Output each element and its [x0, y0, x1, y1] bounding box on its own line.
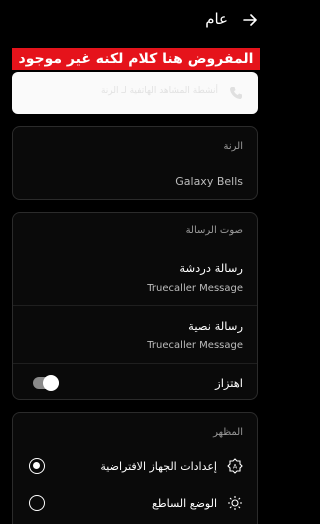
ringtone-title: الرنة — [223, 141, 244, 152]
message-sound-card: صوت الرسالة رسالة دردشة Truecaller Messa… — [12, 212, 258, 400]
chat-message-label: رسالة دردشة — [179, 261, 243, 275]
radio-button[interactable] — [29, 495, 45, 511]
chat-message-value: Truecaller Message — [147, 283, 243, 294]
auto-brightness-icon: A — [227, 458, 243, 474]
settings-screen: عام المفروض هنا كلام لكنه غير موجود أنشط… — [0, 0, 270, 524]
divider — [13, 363, 257, 364]
vibration-toggle[interactable] — [33, 375, 59, 391]
appearance-option-label: الوضع الساطع — [152, 497, 217, 510]
appearance-title: المظهر — [213, 427, 243, 438]
app-header: عام — [0, 8, 270, 34]
sms-message-value: Truecaller Message — [147, 340, 243, 351]
page-title: عام — [205, 10, 228, 28]
phone-icon — [230, 87, 242, 99]
message-sound-title: صوت الرسالة — [185, 225, 243, 236]
toggle-knob — [43, 375, 59, 391]
ringtone-value: Galaxy Bells — [175, 175, 243, 188]
annotation-banner: المفروض هنا كلام لكنه غير موجود — [12, 48, 260, 70]
svg-text:A: A — [233, 464, 238, 471]
arrow-right-icon[interactable] — [242, 12, 258, 28]
appearance-option-label: إعدادات الجهاز الافتراضية — [100, 460, 217, 473]
appearance-card: المظهر A إعدادات الجهاز الافتراضية الوضع… — [12, 412, 258, 524]
sms-message-label: رسالة نصية — [188, 319, 243, 333]
ringtone-card[interactable]: الرنة Galaxy Bells — [12, 126, 258, 200]
radio-dot — [33, 462, 40, 469]
divider — [13, 305, 257, 306]
sun-icon — [228, 496, 242, 510]
vibration-label: اهتزاز — [215, 376, 243, 390]
radio-button-selected[interactable] — [29, 458, 45, 474]
phone-account-text: أنشطة المشاهد الهاتفية لـ الرنة — [100, 86, 218, 96]
phone-account-card[interactable]: أنشطة المشاهد الهاتفية لـ الرنة — [12, 72, 258, 114]
